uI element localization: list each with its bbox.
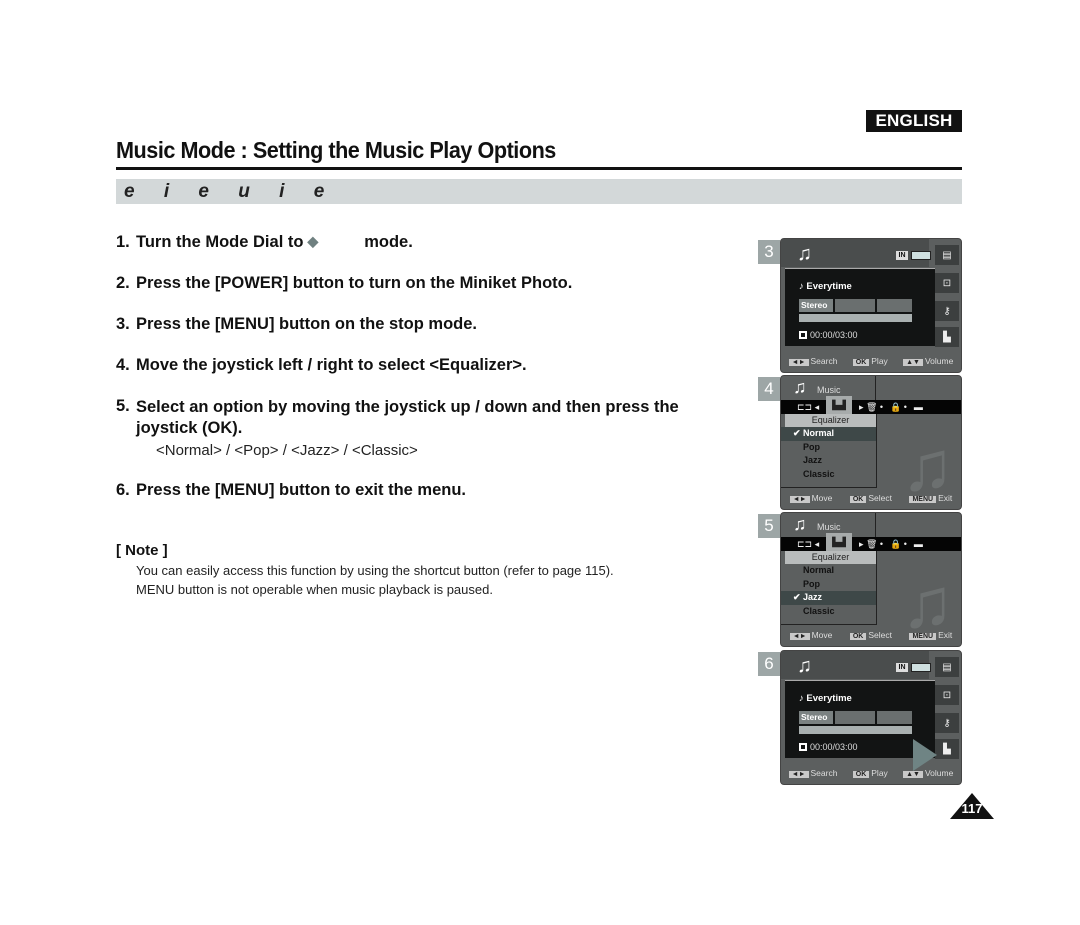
menu-item-classic[interactable]: Classic (781, 468, 876, 482)
menu-item-jazz[interactable]: ✔ Jazz (781, 591, 876, 605)
menu-item-pop[interactable]: Pop (781, 578, 876, 592)
screen-footer: ◄► Search OK Play ▲▼ Volume (781, 350, 961, 372)
stop-icon (799, 743, 807, 751)
track-title: ♪ Everytime (799, 693, 852, 704)
step-2: 2. Press the [POWER] button to turn on t… (116, 274, 572, 293)
language-badge: ENGLISH (866, 110, 962, 132)
menu-item-classic[interactable]: Classic (781, 605, 876, 619)
key-lock-icon[interactable]: ⚷ (935, 301, 959, 321)
step-number: 1. (116, 233, 130, 251)
key-lock-icon[interactable]: ⚷ (935, 713, 959, 733)
progress-bar (799, 314, 912, 322)
equalizer-menu: Equalizer ✔ Normal Pop Jazz Classic (781, 414, 877, 488)
step-number: 2. (116, 274, 130, 292)
screen-number: 3 (758, 240, 780, 264)
note-line: You can easily access this function by u… (136, 563, 614, 578)
screen-footer: ◄► Move OK Select MENU Exit (781, 624, 961, 646)
player-screen-3: ♫ IN ▤ ⊡ ⚷ ▙ ♪ Everytime Stereo 00:00/03… (780, 238, 962, 373)
time-display: 00:00/03:00 (799, 330, 858, 340)
equalizer-icon[interactable]: ▙ (935, 327, 959, 347)
page-title: Music Mode : Setting the Music Play Opti… (116, 137, 556, 163)
step-text-after: mode. (364, 233, 413, 251)
screen-number: 6 (758, 652, 780, 676)
menu-item-pop[interactable]: Pop (781, 441, 876, 455)
progress-bar (799, 726, 912, 734)
note-line: MENU button is not operable when music p… (136, 582, 493, 597)
step-number: 4. (116, 356, 130, 374)
step-number: 3. (116, 315, 130, 333)
track-title: ♪ Everytime (799, 281, 852, 292)
step-text: Turn the Mode Dial to (136, 233, 304, 251)
equalizer-options: <Normal> / <Pop> / <Jazz> / <Classic> (156, 442, 418, 459)
music-note-icon: ♫ (797, 655, 812, 677)
menu-screen-5: ♫ Music ⊏⊐ ◂ ▙▟ ▸ 🗑 • 🔒 • ▬ Equalizer Normal … (780, 512, 962, 647)
repeat-off-icon[interactable]: ⊡ (935, 685, 959, 705)
audio-mode: Stereo (799, 299, 833, 312)
music-note-icon: ♫ (797, 243, 812, 265)
menu-item-normal[interactable]: Normal (781, 564, 876, 578)
screen-footer: ◄► Search OK Play ▲▼ Volume (781, 762, 961, 784)
section-title: e i e u i e (124, 181, 327, 202)
equalizer-tab-icon: ▙▟ (826, 533, 852, 551)
step-1: 1. Turn the Mode Dial to ◆ mode. (116, 233, 413, 252)
music-note-icon: ♫ (793, 377, 807, 397)
menu-header: Equalizer (785, 414, 876, 427)
time-display: 00:00/03:00 (799, 742, 858, 752)
menu-item-normal[interactable]: ✔ Normal (781, 427, 876, 441)
step-text: Select an option by moving the joystick … (136, 398, 679, 437)
menu-title: Music (817, 385, 841, 395)
page-number: 117 (961, 801, 983, 816)
title-divider (116, 167, 962, 170)
file-icon[interactable]: ▤ (935, 245, 959, 265)
menu-header: Equalizer (785, 551, 876, 564)
menu-item-jazz[interactable]: Jazz (781, 454, 876, 468)
repeat-off-icon[interactable]: ⊡ (935, 273, 959, 293)
step-text: Press the [POWER] button to turn on the … (136, 274, 573, 292)
menu-title: Music (817, 522, 841, 532)
screen-number: 4 (758, 377, 780, 401)
equalizer-jazz-icon[interactable]: ▙ (935, 739, 959, 759)
step-text: Press the [MENU] button to exit the menu… (136, 481, 467, 499)
stop-icon (799, 331, 807, 339)
menu-icon-strip[interactable]: ⊏⊐ ◂ ▙▟ ▸ 🗑 • 🔒 • ▬ (781, 396, 961, 414)
music-note-icon: ♫ (793, 514, 807, 534)
step-3: 3. Press the [MENU] button on the stop m… (116, 315, 477, 334)
menu-screen-4: ♫ Music ⊏⊐ ◂ ▙▟ ▸ 🗑 • 🔒 • ▬ Equalizer ✔ Normal… (780, 375, 962, 510)
step-text: Press the [MENU] button on the stop mode… (136, 315, 477, 333)
step-4: 4. Move the joystick left / right to sel… (116, 356, 527, 375)
battery-icon (911, 251, 931, 260)
battery-icon (911, 663, 931, 672)
internal-memory-icon: IN (896, 251, 908, 260)
equalizer-menu: Equalizer Normal Pop ✔ Jazz Classic (781, 551, 877, 625)
step-number: 5. (116, 397, 130, 415)
step-5: 5. Select an option by moving the joysti… (116, 397, 696, 439)
step-6: 6. Press the [MENU] button to exit the m… (116, 481, 466, 500)
player-screen-6: ♫ IN ▤ ⊡ ⚷ ▙ ♪ Everytime Stereo 00:00/03… (780, 650, 962, 785)
menu-icon-strip[interactable]: ⊏⊐ ◂ ▙▟ ▸ 🗑 • 🔒 • ▬ (781, 533, 961, 551)
diamond-mode-icon: ◆ (307, 233, 319, 249)
equalizer-tab-icon: ▙▟ (826, 396, 852, 414)
file-icon[interactable]: ▤ (935, 657, 959, 677)
audio-mode: Stereo (799, 711, 833, 724)
step-number: 6. (116, 481, 130, 499)
step-text: Move the joystick left / right to select… (136, 356, 527, 374)
section-bar: e i e u i e (116, 179, 962, 204)
screen-number: 5 (758, 514, 780, 538)
screen-footer: ◄► Move OK Select MENU Exit (781, 487, 961, 509)
internal-memory-icon: IN (896, 663, 908, 672)
note-title: [ Note ] (116, 542, 168, 559)
